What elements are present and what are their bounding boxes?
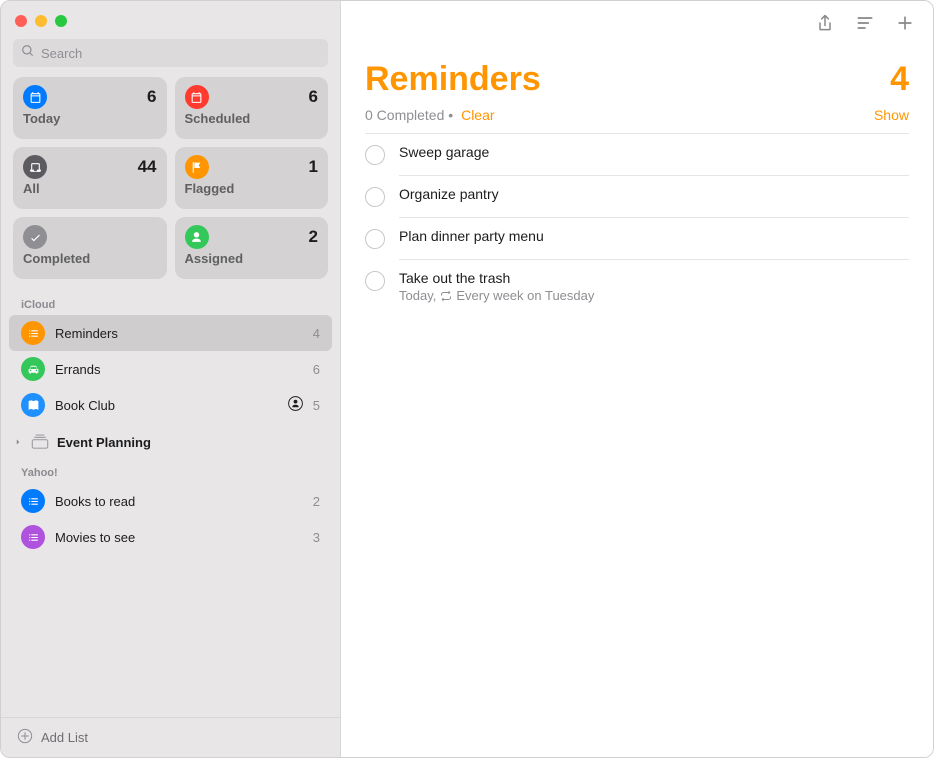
reminder-title: Organize pantry bbox=[399, 186, 909, 202]
calendar-icon bbox=[185, 85, 209, 109]
person-icon bbox=[185, 225, 209, 249]
smart-count: 6 bbox=[147, 87, 156, 107]
list-label: Reminders bbox=[55, 326, 303, 341]
plus-circle-icon bbox=[17, 728, 33, 747]
list-count: 2 bbox=[313, 494, 320, 509]
complete-toggle[interactable] bbox=[365, 187, 385, 207]
group-label: Event Planning bbox=[57, 435, 151, 450]
smart-label: Scheduled bbox=[185, 111, 319, 126]
smart-assigned[interactable]: 2 Assigned bbox=[175, 217, 329, 279]
chevron-right-icon bbox=[13, 435, 23, 450]
sidebar: 6 Today 6 Scheduled 44 All 1 Flagged Com… bbox=[1, 1, 341, 757]
search-icon bbox=[21, 44, 35, 63]
stack-icon bbox=[29, 431, 51, 453]
meta-dot: • bbox=[448, 107, 457, 123]
search-input[interactable] bbox=[41, 46, 320, 61]
reminder-organize-pantry[interactable]: Organize pantry bbox=[365, 176, 909, 217]
calendar-icon bbox=[23, 85, 47, 109]
complete-toggle[interactable] bbox=[365, 271, 385, 291]
main-panel: Reminders 4 0 Completed • Clear Show Swe… bbox=[341, 1, 933, 757]
flag-icon bbox=[185, 155, 209, 179]
add-list-button[interactable]: Add List bbox=[1, 717, 340, 757]
complete-toggle[interactable] bbox=[365, 229, 385, 249]
list-label: Books to read bbox=[55, 494, 303, 509]
list-icon bbox=[21, 321, 45, 345]
smart-flagged[interactable]: 1 Flagged bbox=[175, 147, 329, 209]
list-icon bbox=[21, 489, 45, 513]
smart-label: Completed bbox=[23, 251, 157, 266]
list-title: Reminders bbox=[365, 60, 541, 99]
smart-count: 6 bbox=[309, 87, 318, 107]
smart-count: 2 bbox=[309, 227, 318, 247]
list-movies-to-see[interactable]: Movies to see 3 bbox=[9, 519, 332, 555]
list-count: 4 bbox=[890, 60, 909, 99]
clear-button[interactable]: Clear bbox=[461, 107, 494, 123]
add-reminder-button[interactable] bbox=[895, 13, 915, 38]
list-book-club[interactable]: Book Club 5 bbox=[9, 387, 332, 423]
tray-icon bbox=[23, 155, 47, 179]
close-window-button[interactable] bbox=[15, 15, 27, 27]
list-count: 3 bbox=[313, 530, 320, 545]
section-yahoo-header: Yahoo! bbox=[9, 461, 332, 483]
list-books-to-read[interactable]: Books to read 2 bbox=[9, 483, 332, 519]
smart-today[interactable]: 6 Today bbox=[13, 77, 167, 139]
smart-label: All bbox=[23, 181, 157, 196]
smart-completed[interactable]: Completed bbox=[13, 217, 167, 279]
search-box[interactable] bbox=[13, 39, 328, 67]
reminder-title: Sweep garage bbox=[399, 144, 909, 160]
smart-count: 1 bbox=[309, 157, 318, 177]
car-icon bbox=[21, 357, 45, 381]
reminder-title: Plan dinner party menu bbox=[399, 228, 909, 244]
reminder-take-out-trash[interactable]: Take out the trash Today, Every week on … bbox=[365, 260, 909, 313]
list-count: 6 bbox=[313, 362, 320, 377]
traffic-lights bbox=[1, 1, 340, 35]
complete-toggle[interactable] bbox=[365, 145, 385, 165]
reminder-plan-dinner-party[interactable]: Plan dinner party menu bbox=[365, 218, 909, 259]
smart-label: Assigned bbox=[185, 251, 319, 266]
view-options-button[interactable] bbox=[855, 13, 875, 38]
reminder-subtitle: Today, Every week on Tuesday bbox=[399, 288, 909, 303]
book-icon bbox=[21, 393, 45, 417]
list-label: Book Club bbox=[55, 398, 278, 413]
minimize-window-button[interactable] bbox=[35, 15, 47, 27]
smart-scheduled[interactable]: 6 Scheduled bbox=[175, 77, 329, 139]
list-count: 5 bbox=[313, 398, 320, 413]
reminder-title: Take out the trash bbox=[399, 270, 909, 286]
completed-count-text: 0 Completed bbox=[365, 107, 444, 123]
shared-icon bbox=[288, 396, 303, 414]
list-count: 4 bbox=[313, 326, 320, 341]
section-icloud-header: iCloud bbox=[9, 293, 332, 315]
list-label: Errands bbox=[55, 362, 303, 377]
show-completed-button[interactable]: Show bbox=[874, 107, 909, 123]
list-label: Movies to see bbox=[55, 530, 303, 545]
smart-all[interactable]: 44 All bbox=[13, 147, 167, 209]
add-list-label: Add List bbox=[41, 730, 88, 745]
check-icon bbox=[23, 225, 47, 249]
list-errands[interactable]: Errands 6 bbox=[9, 351, 332, 387]
smart-label: Today bbox=[23, 111, 157, 126]
list-reminders[interactable]: Reminders 4 bbox=[9, 315, 332, 351]
toolbar bbox=[341, 1, 933, 42]
reminder-sweep-garage[interactable]: Sweep garage bbox=[365, 134, 909, 175]
window: 6 Today 6 Scheduled 44 All 1 Flagged Com… bbox=[0, 0, 934, 758]
smart-label: Flagged bbox=[185, 181, 319, 196]
list-icon bbox=[21, 525, 45, 549]
share-button[interactable] bbox=[815, 13, 835, 38]
repeat-icon bbox=[440, 290, 452, 302]
group-event-planning[interactable]: Event Planning bbox=[9, 423, 332, 461]
smart-count: 44 bbox=[138, 157, 157, 177]
fullscreen-window-button[interactable] bbox=[55, 15, 67, 27]
